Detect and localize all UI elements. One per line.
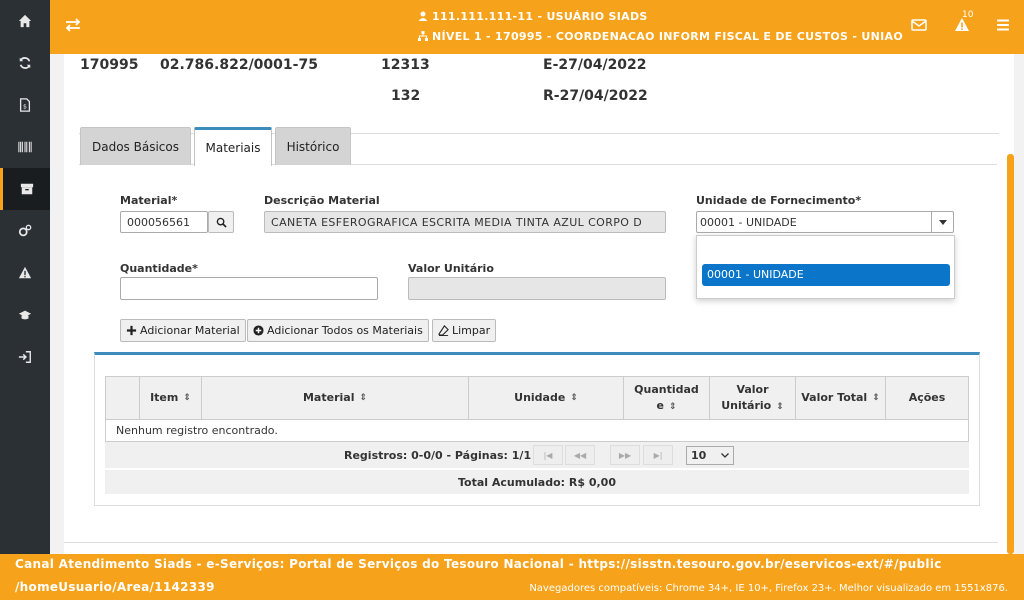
pager-text: Registros: 0-0/0 - Páginas: 1/1 [344, 449, 532, 462]
home-icon [18, 14, 32, 28]
info-number-2: 132 [391, 88, 421, 104]
barcode-icon [18, 141, 32, 153]
column-valor-unitario[interactable]: Valor Unitário ⇕ [710, 377, 796, 419]
next-page-button[interactable]: ▶▶ [610, 445, 640, 465]
chevron-down-icon [721, 453, 729, 458]
plus-icon [126, 325, 137, 336]
descricao-label: Descrição Material [264, 194, 380, 207]
eraser-icon [438, 325, 449, 336]
descricao-input [264, 211, 666, 233]
total-accumulated: Total Acumulado: R$ 0,00 [105, 470, 969, 494]
tab-dados-basicos[interactable]: Dados Básicos [80, 127, 191, 165]
refresh-icon [19, 57, 31, 69]
tab-bar: Dados Básicos Materiais Histórico [79, 127, 997, 166]
info-number-1: 12313 [381, 57, 430, 73]
sort-icon: ⇕ [359, 393, 368, 403]
unidade-option[interactable]: 00001 - UNIDADE [702, 264, 950, 286]
unidade-select[interactable]: 00001 - UNIDADE [696, 211, 954, 233]
material-label: Material* [120, 194, 178, 207]
sidebar-item-home[interactable] [0, 0, 50, 42]
info-date-2: R-27/04/2022 [543, 88, 648, 104]
svg-text:$: $ [23, 104, 27, 111]
unidade-selected-value: 00001 - UNIDADE [700, 216, 797, 229]
column-item[interactable]: Item ⇕ [140, 377, 202, 419]
prev-page-button[interactable]: ◀◀ [565, 445, 595, 465]
column-select [106, 377, 140, 419]
info-code: 170995 [80, 57, 139, 73]
last-page-button[interactable]: ▶| [643, 445, 673, 465]
table-header: Item ⇕ Material ⇕ Unidade ⇕ Quantidad e ⇕ Val… [105, 376, 969, 420]
user-info: 111.111.111-11 - USUÁRIO SIADS NÍVEL 1 -… [418, 7, 903, 47]
column-material[interactable]: Material ⇕ [202, 377, 469, 419]
sidebar-item-settings[interactable] [0, 210, 50, 252]
menu-icon[interactable] [995, 17, 1011, 33]
sidebar-item-training[interactable] [0, 294, 50, 336]
quantidade-label: Quantidade* [120, 262, 198, 275]
user-icon [418, 11, 428, 21]
plus-circle-icon [253, 325, 264, 336]
sidebar-item-refresh[interactable] [0, 42, 50, 84]
clear-button[interactable]: Limpar [432, 319, 497, 342]
dropdown-arrow-icon[interactable] [931, 212, 953, 232]
column-quantidade[interactable]: Quantidad e ⇕ [624, 377, 710, 419]
valor-unitario-label: Valor Unitário [408, 262, 494, 275]
envelope-icon[interactable] [911, 17, 927, 33]
user-name: 111.111.111-11 - USUÁRIO SIADS [432, 10, 648, 23]
tab-historico[interactable]: Histórico [275, 127, 351, 165]
swap-icon[interactable] [64, 16, 82, 34]
divider [64, 542, 998, 543]
sidebar-item-login[interactable] [0, 336, 50, 378]
sign-in-icon [18, 351, 31, 363]
quantidade-input[interactable] [120, 277, 378, 300]
footer: Canal Atendimento Siads - e-Serviços: Po… [0, 554, 1024, 600]
search-icon [216, 217, 227, 228]
first-page-button[interactable]: |◀ [533, 445, 563, 465]
user-level: NÍVEL 1 - 170995 - COORDENACAO INFORM FI… [432, 30, 903, 43]
warning-icon [18, 266, 32, 279]
column-unidade[interactable]: Unidade ⇕ [469, 377, 624, 419]
add-all-materials-button[interactable]: Adicionar Todos os Materiais [247, 319, 429, 342]
unidade-dropdown-list: 00001 - UNIDADE [696, 235, 955, 299]
sort-icon: ⇕ [776, 401, 784, 412]
sort-icon: ⇕ [668, 401, 677, 412]
sidebar-item-barcode[interactable] [0, 126, 50, 168]
sidebar-item-document[interactable]: $ [0, 84, 50, 126]
column-acoes: Ações [908, 391, 946, 404]
main-panel: 170995 02.786.822/0001-75 12313 E-27/04/… [64, 54, 1014, 554]
footer-channel-line2: /homeUsuario/Area/1142339 [15, 580, 215, 594]
document-icon: $ [19, 98, 31, 112]
add-material-label: Adicionar Material [140, 324, 240, 337]
footer-channel-line1: Canal Atendimento Siads - e-Serviços: Po… [15, 557, 942, 571]
materials-table-panel: Item ⇕ Material ⇕ Unidade ⇕ Quantidad e ⇕ Val… [94, 352, 980, 506]
sidebar: $ [0, 0, 50, 600]
info-cnpj: 02.786.822/0001-75 [160, 57, 318, 73]
paginator: Registros: 0-0/0 - Páginas: 1/1 |◀ ◀◀ ▶▶… [105, 442, 969, 468]
gears-icon [18, 224, 32, 237]
sort-icon: ⇕ [183, 393, 191, 403]
sidebar-item-warning[interactable] [0, 252, 50, 294]
archive-icon [20, 183, 33, 195]
info-date-1: E-27/04/2022 [543, 57, 647, 73]
sort-icon: ⇕ [570, 393, 578, 403]
material-input[interactable] [120, 211, 208, 233]
tab-materiais[interactable]: Materiais [194, 127, 272, 166]
footer-compat: Navegadores compatíveis: Chrome 34+, IE … [529, 583, 1008, 594]
notification-badge: 10 [962, 10, 974, 20]
clear-label: Limpar [452, 324, 491, 337]
column-valor-total[interactable]: Valor Total ⇕ [796, 377, 886, 419]
process-info: 170995 02.786.822/0001-75 12313 E-27/04/… [79, 54, 999, 134]
add-material-button[interactable]: Adicionar Material [120, 319, 246, 342]
sort-icon: ⇕ [872, 393, 880, 403]
empty-message: Nenhum registro encontrado. [105, 420, 969, 442]
top-header: 111.111.111-11 - USUÁRIO SIADS NÍVEL 1 -… [50, 0, 1024, 54]
sitemap-icon [418, 31, 428, 41]
material-search-button[interactable] [208, 211, 234, 233]
valor-unitario-input [408, 277, 666, 300]
page-size-select[interactable]: 10 [686, 446, 734, 465]
sidebar-item-archive[interactable] [0, 168, 50, 210]
add-all-label: Adicionar Todos os Materiais [267, 324, 423, 337]
graduation-cap-icon [18, 310, 32, 320]
scrollbar[interactable] [1007, 154, 1014, 554]
unidade-label: Unidade de Fornecimento* [696, 194, 862, 207]
